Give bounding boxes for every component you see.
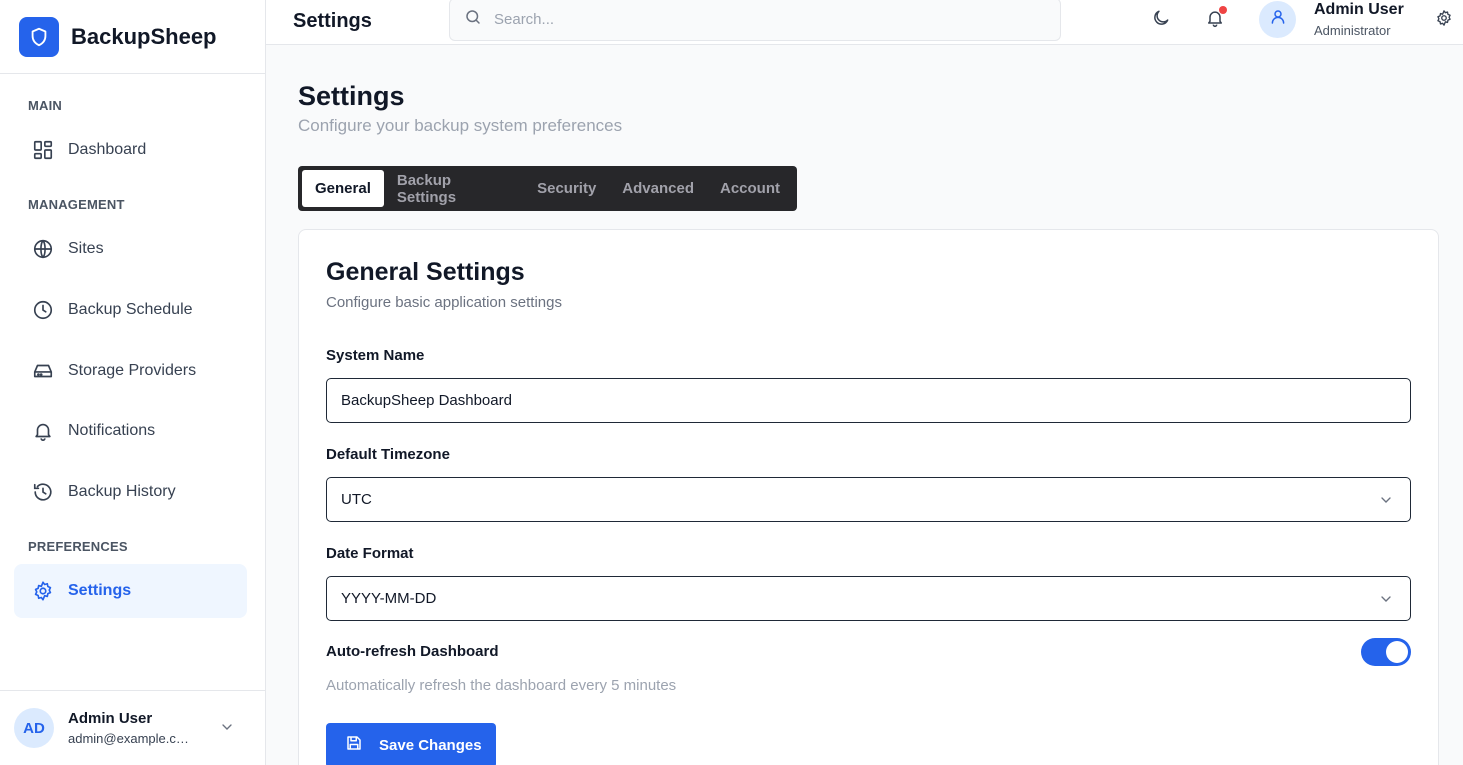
system-name-field[interactable] bbox=[326, 378, 1411, 423]
save-changes-button[interactable]: Save Changes bbox=[326, 723, 496, 765]
sidebar-item-label: Storage Providers bbox=[68, 362, 197, 379]
sidebar-item-label: Sites bbox=[68, 240, 104, 257]
sidebar-item-storage-providers[interactable]: Storage Providers bbox=[14, 344, 247, 398]
chevron-down-icon bbox=[1378, 591, 1394, 612]
search-icon bbox=[464, 8, 482, 31]
brand-name: BackupSheep bbox=[71, 23, 217, 49]
system-name-input[interactable] bbox=[341, 392, 1381, 409]
header-user-role: Administrator bbox=[1314, 23, 1391, 38]
settings-tabs: General Backup Settings Security Advance… bbox=[298, 166, 797, 211]
globe-icon bbox=[32, 238, 54, 260]
history-icon bbox=[32, 481, 54, 503]
user-icon bbox=[1269, 8, 1287, 31]
sidebar-user-name: Admin User bbox=[68, 710, 153, 727]
tab-security[interactable]: Security bbox=[524, 170, 609, 207]
sidebar: BackupSheep MAIN Dashboard MANAGEMENT Si… bbox=[0, 0, 266, 765]
theme-toggle-button[interactable] bbox=[1149, 8, 1173, 32]
avatar: AD bbox=[14, 708, 54, 748]
sidebar-item-label: Dashboard bbox=[68, 141, 147, 158]
tab-backup-settings[interactable]: Backup Settings bbox=[384, 170, 524, 207]
toggle-knob bbox=[1386, 641, 1408, 663]
gear-icon bbox=[1435, 9, 1453, 32]
sidebar-item-sites[interactable]: Sites bbox=[14, 222, 247, 276]
sidebar-item-settings[interactable]: Settings bbox=[14, 564, 247, 618]
sidebar-item-dashboard[interactable]: Dashboard bbox=[14, 123, 247, 177]
shield-logo-icon bbox=[19, 16, 59, 57]
card-title: General Settings bbox=[326, 258, 525, 286]
section-label-main: MAIN bbox=[28, 98, 63, 113]
header-title: Settings bbox=[293, 10, 372, 32]
chevron-down-icon bbox=[219, 719, 235, 740]
save-icon bbox=[345, 734, 363, 757]
timezone-select[interactable]: UTC bbox=[326, 477, 1411, 522]
header-user[interactable]: Admin User Administrator bbox=[1314, 1, 1404, 38]
timezone-value: UTC bbox=[341, 491, 372, 508]
tab-account[interactable]: Account bbox=[707, 170, 793, 207]
date-format-select[interactable]: YYYY-MM-DD bbox=[326, 576, 1411, 621]
timezone-label: Default Timezone bbox=[326, 446, 450, 463]
card-subtitle: Configure basic application settings bbox=[326, 294, 562, 311]
date-format-label: Date Format bbox=[326, 545, 414, 562]
header-settings-button[interactable] bbox=[1432, 8, 1456, 32]
sidebar-item-backup-schedule[interactable]: Backup Schedule bbox=[14, 283, 247, 337]
chevron-down-icon bbox=[1378, 492, 1394, 513]
sidebar-user-email: admin@example.com bbox=[68, 731, 193, 746]
tab-advanced[interactable]: Advanced bbox=[609, 170, 707, 207]
header-user-name: Admin User bbox=[1314, 1, 1404, 18]
header-avatar[interactable] bbox=[1259, 1, 1296, 38]
system-name-label: System Name bbox=[326, 347, 425, 364]
bell-icon bbox=[32, 420, 54, 442]
clock-icon bbox=[32, 299, 54, 321]
search-box[interactable] bbox=[449, 0, 1061, 41]
hard-drive-icon bbox=[32, 360, 54, 382]
section-label-management: MANAGEMENT bbox=[28, 197, 125, 212]
sidebar-item-backup-history[interactable]: Backup History bbox=[14, 465, 247, 519]
auto-refresh-toggle[interactable] bbox=[1361, 638, 1411, 666]
sidebar-item-label: Settings bbox=[68, 582, 132, 599]
dashboard-grid-icon bbox=[32, 139, 54, 161]
notifications-button[interactable] bbox=[1203, 6, 1227, 32]
page-subtitle: Configure your backup system preferences bbox=[298, 116, 623, 135]
sidebar-user-menu[interactable]: AD Admin User admin@example.com bbox=[0, 690, 265, 765]
sidebar-item-notifications[interactable]: Notifications bbox=[14, 404, 247, 458]
notification-dot bbox=[1219, 6, 1227, 14]
auto-refresh-label: Auto-refresh Dashboard bbox=[326, 643, 499, 660]
moon-icon bbox=[1151, 8, 1171, 33]
date-format-value: YYYY-MM-DD bbox=[341, 590, 437, 607]
page-title: Settings bbox=[298, 81, 405, 111]
section-label-preferences: PREFERENCES bbox=[28, 539, 128, 554]
sidebar-item-label: Backup Schedule bbox=[68, 301, 193, 318]
sidebar-item-label: Backup History bbox=[68, 483, 176, 500]
general-settings-card: General Settings Configure basic applica… bbox=[298, 229, 1439, 765]
sidebar-item-label: Notifications bbox=[68, 422, 156, 439]
gear-icon bbox=[32, 580, 54, 602]
brand[interactable]: BackupSheep bbox=[0, 0, 265, 74]
save-changes-label: Save Changes bbox=[379, 737, 482, 754]
auto-refresh-help: Automatically refresh the dashboard ever… bbox=[326, 677, 677, 694]
tab-general[interactable]: General bbox=[302, 170, 384, 207]
search-input[interactable] bbox=[494, 11, 1034, 28]
top-header: Settings Admin User Administrator bbox=[266, 0, 1463, 45]
